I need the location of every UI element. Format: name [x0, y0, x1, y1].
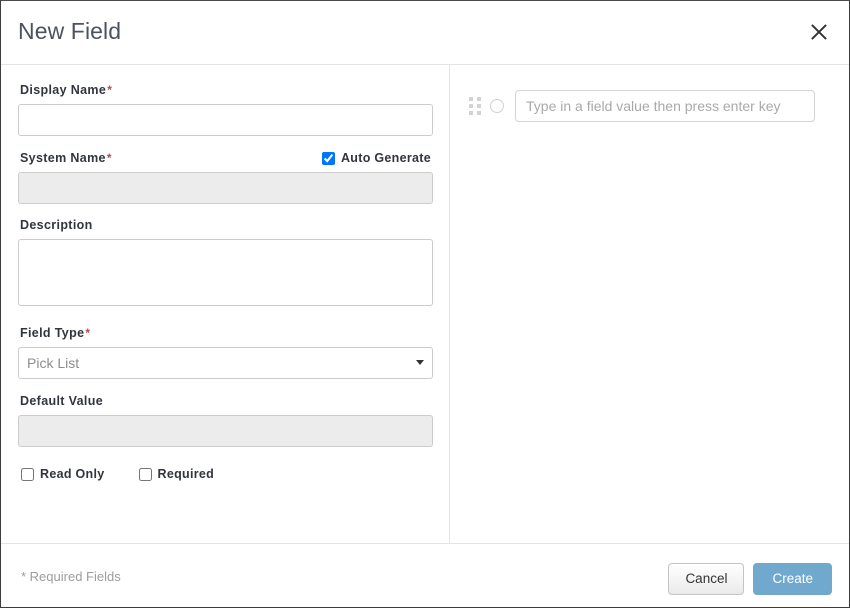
list-item: [467, 82, 832, 122]
modal-footer: * Required Fields Cancel Create: [1, 543, 849, 606]
field-settings-pane: Display Name* System Name* Auto Generate: [1, 65, 450, 543]
field-type-label-text: Field Type: [20, 326, 84, 340]
system-name-group: System Name* Auto Generate: [18, 150, 432, 204]
display-name-label: Display Name*: [20, 82, 432, 98]
drag-handle-icon[interactable]: [467, 95, 483, 117]
picklist-value-input[interactable]: [515, 90, 815, 122]
cancel-button[interactable]: Cancel: [668, 563, 744, 595]
read-only-label: Read Only: [40, 467, 105, 481]
display-name-input[interactable]: [18, 104, 433, 136]
description-label: Description: [20, 217, 432, 233]
close-icon: [809, 22, 829, 42]
system-name-label-row: System Name* Auto Generate: [18, 150, 432, 166]
display-name-label-text: Display Name: [20, 83, 106, 97]
field-type-label: Field Type*: [20, 325, 432, 341]
required-label: Required: [158, 467, 215, 481]
auto-generate-checkbox[interactable]: [322, 152, 335, 165]
read-only-checkbox[interactable]: [21, 468, 34, 481]
system-name-label: System Name*: [20, 150, 112, 166]
field-type-select[interactable]: Pick List: [18, 347, 433, 379]
auto-generate-label: Auto Generate: [341, 151, 431, 165]
system-name-input[interactable]: [18, 172, 433, 204]
required-asterisk: *: [107, 83, 112, 97]
required-checkbox[interactable]: [139, 468, 152, 481]
auto-generate-checkbox-row[interactable]: Auto Generate: [322, 151, 431, 165]
radio-unselected-icon[interactable]: [490, 99, 504, 113]
display-name-group: Display Name*: [18, 82, 432, 136]
close-button[interactable]: [802, 15, 836, 49]
footer-actions: Cancel Create: [668, 563, 832, 595]
description-group: Description: [18, 217, 432, 306]
create-button[interactable]: Create: [753, 563, 832, 595]
picklist-values-pane: [450, 65, 849, 543]
field-type-group: Field Type* Pick List: [18, 325, 432, 379]
read-only-checkbox-row[interactable]: Read Only: [21, 467, 105, 481]
required-fields-note: * Required Fields: [21, 569, 121, 584]
field-type-select-wrap: Pick List: [18, 347, 433, 379]
default-value-label: Default Value: [20, 393, 432, 409]
modal-header: New Field: [1, 1, 849, 65]
modal-body: Display Name* System Name* Auto Generate: [1, 65, 849, 543]
required-checkbox-row[interactable]: Required: [139, 467, 215, 481]
default-value-group: Default Value: [18, 393, 432, 447]
required-asterisk: *: [107, 151, 112, 165]
new-field-modal-window: New Field Display Name* System Name*: [0, 0, 850, 608]
system-name-label-text: System Name: [20, 151, 106, 165]
required-asterisk: *: [85, 326, 90, 340]
default-value-input[interactable]: [18, 415, 433, 447]
flags-row: Read Only Required: [21, 467, 432, 481]
description-textarea[interactable]: [18, 239, 433, 306]
page-title: New Field: [18, 18, 121, 45]
